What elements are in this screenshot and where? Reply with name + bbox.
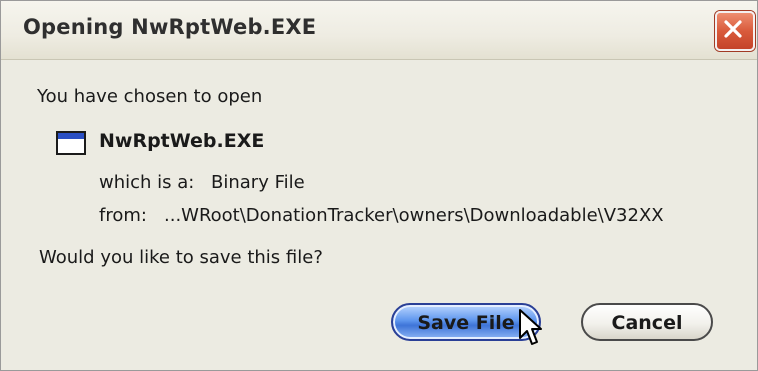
source-path: ...WRoot\DonationTracker\owners\Download… — [164, 205, 664, 226]
file-type-value: Binary File — [211, 172, 305, 193]
file-name: NwRptWeb.EXE — [99, 130, 265, 152]
save-question: Would you like to save this file? — [39, 247, 323, 268]
title-bar[interactable]: Opening NwRptWeb.EXE — [1, 1, 757, 60]
dialog-title: Opening NwRptWeb.EXE — [23, 15, 317, 39]
cancel-label: Cancel — [611, 312, 683, 334]
close-icon — [724, 20, 742, 38]
dialog-body: You have chosen to open NwRptWeb.EXE whi… — [1, 60, 757, 370]
application-window-icon — [56, 131, 86, 155]
intro-text: You have chosen to open — [37, 86, 263, 107]
source-label: from: — [99, 205, 147, 226]
close-button[interactable] — [715, 11, 755, 51]
download-dialog: Opening NwRptWeb.EXE You have chosen to … — [0, 0, 758, 371]
mouse-pointer-icon — [519, 309, 542, 345]
cancel-button[interactable]: Cancel — [581, 303, 713, 341]
save-file-label: Save File — [417, 312, 515, 334]
file-type-label: which is a: — [99, 172, 195, 193]
